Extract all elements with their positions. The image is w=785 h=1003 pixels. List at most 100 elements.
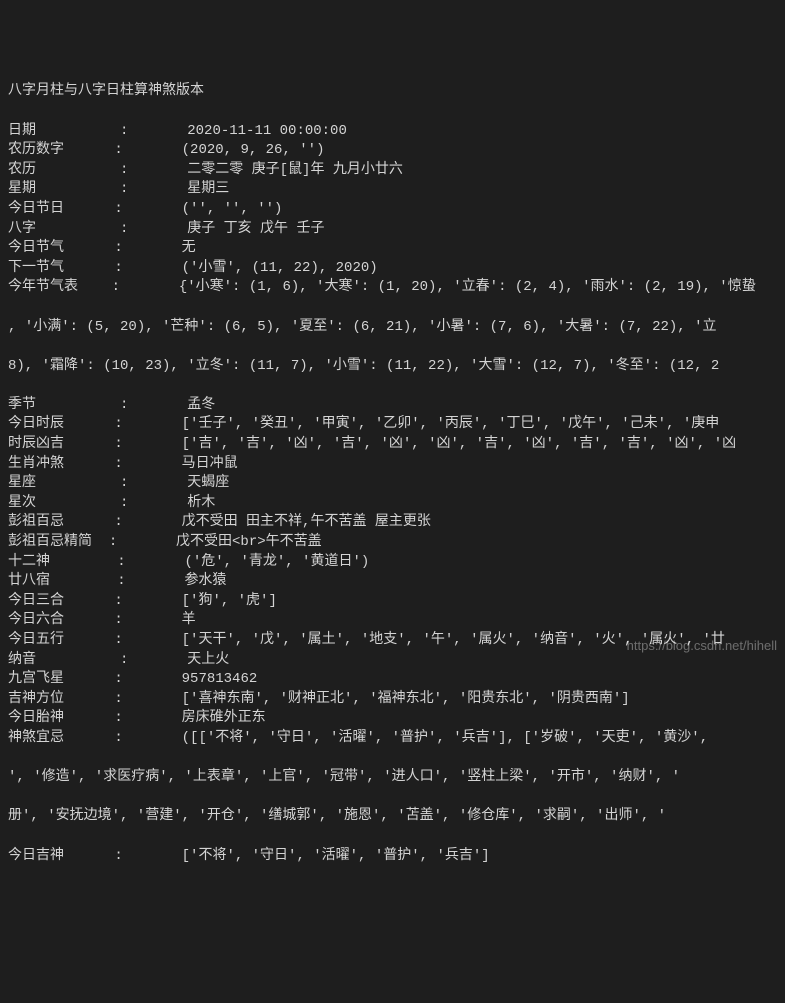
row-colon: :	[120, 220, 187, 240]
output-row: 九宫飞星 : 957813462	[8, 670, 777, 690]
row-colon: :	[114, 435, 181, 455]
row-value: 星期三	[187, 180, 229, 200]
row-value: 房床碓外正东	[182, 709, 266, 729]
row-value: 庚子 丁亥 戊午 壬子	[187, 220, 324, 240]
row-value: ['狗', '虎']	[182, 592, 277, 612]
row-colon: :	[114, 709, 181, 729]
output-row: 廿八宿 : 参水猿	[8, 572, 777, 592]
output-row: 今日时辰 : ['壬子', '癸丑', '甲寅', '乙卯', '丙辰', '丁…	[8, 415, 777, 435]
row-colon: :	[120, 494, 187, 514]
row-colon: :	[112, 278, 179, 298]
row-colon: :	[114, 611, 181, 631]
output-row: 星期 : 星期三	[8, 180, 777, 200]
row-label: 八字	[8, 220, 120, 240]
row-colon: :	[120, 122, 187, 142]
row-label: 今日节气	[8, 239, 114, 259]
row-colon: :	[114, 670, 181, 690]
row-colon: :	[114, 631, 181, 651]
wrap-line-4: 册', '安抚边境', '营建', '开仓', '缮城郭', '施恩', '苫盖…	[8, 807, 777, 827]
output-row: 今日胎神 : 房床碓外正东	[8, 709, 777, 729]
row-label: 日期	[8, 122, 120, 142]
row-label: 纳音	[8, 651, 120, 671]
row-value: 天蝎座	[187, 474, 229, 494]
row-colon: :	[120, 474, 187, 494]
row-value: 无	[182, 239, 196, 259]
row-label: 今日五行	[8, 631, 114, 651]
row-value: 参水猿	[184, 572, 226, 592]
row-value: ([['不将', '守日', '活曜', '普护', '兵吉'], ['岁破',…	[182, 729, 708, 749]
row-label: 星次	[8, 494, 120, 514]
row-colon: :	[114, 141, 181, 161]
row-label: 吉神方位	[8, 690, 114, 710]
wrap-line-2: 8), '霜降': (10, 23), '立冬': (11, 7), '小雪':…	[8, 357, 777, 377]
output-row: 星次 : 析木	[8, 494, 777, 514]
row-label: 星座	[8, 474, 120, 494]
row-label: 农历	[8, 161, 120, 181]
row-label: 今日六合	[8, 611, 114, 631]
output-row: 今日节日 : ('', '', '')	[8, 200, 777, 220]
row-colon: :	[120, 161, 187, 181]
output-row: 彭祖百忌 : 戊不受田 田主不祥,午不苦盖 屋主更张	[8, 513, 777, 533]
output-row: 今年节气表 : {'小寒': (1, 6), '大寒': (1, 20), '立…	[8, 278, 777, 298]
output-row: 神煞宜忌 : ([['不将', '守日', '活曜', '普护', '兵吉'],…	[8, 729, 777, 749]
row-colon: :	[114, 259, 181, 279]
row-colon: :	[114, 415, 181, 435]
row-colon: :	[120, 396, 187, 416]
row-label: 彭祖百忌精简	[8, 533, 109, 553]
output-row: 星座 : 天蝎座	[8, 474, 777, 494]
row-label: 生肖冲煞	[8, 455, 114, 475]
output-row: 今日吉神 : ['不将', '守日', '活曜', '普护', '兵吉']	[8, 847, 777, 867]
row-colon: :	[120, 180, 187, 200]
row-label: 九宫飞星	[8, 670, 114, 690]
wrap-line-1: , '小满': (5, 20), '芒种': (6, 5), '夏至': (6,…	[8, 318, 777, 338]
row-label: 彭祖百忌	[8, 513, 114, 533]
row-value: ('', '', '')	[182, 200, 283, 220]
row-label: 下一节气	[8, 259, 114, 279]
row-value: 2020-11-11 00:00:00	[187, 122, 347, 142]
row-value: 天上火	[187, 651, 229, 671]
row-value: ['吉', '吉', '凶', '吉', '凶', '凶', '吉', '凶',…	[182, 435, 736, 455]
output-row: 今日节气 : 无	[8, 239, 777, 259]
row-value: 孟冬	[187, 396, 215, 416]
row-colon: :	[114, 455, 181, 475]
row-value: ['喜神东南', '财神正北', '福神东北', '阳贵东北', '阴贵西南']	[182, 690, 630, 710]
row-value: 戊不受田 田主不祥,午不苦盖 屋主更张	[182, 513, 431, 533]
output-row: 吉神方位 : ['喜神东南', '财神正北', '福神东北', '阳贵东北', …	[8, 690, 777, 710]
row-label: 十二神	[8, 553, 117, 573]
row-colon: :	[114, 513, 181, 533]
row-label: 今日时辰	[8, 415, 114, 435]
row-label: 时辰凶吉	[8, 435, 114, 455]
row-value: ('小雪', (11, 22), 2020)	[182, 259, 378, 279]
row-value: 马日冲鼠	[182, 455, 238, 475]
row-value: ['不将', '守日', '活曜', '普护', '兵吉']	[182, 847, 490, 867]
output-row: 十二神 : ('危', '青龙', '黄道日')	[8, 553, 777, 573]
row-label: 农历数字	[8, 141, 114, 161]
row-label: 今日吉神	[8, 847, 114, 867]
row-label: 星期	[8, 180, 120, 200]
output-row: 八字 : 庚子 丁亥 戊午 壬子	[8, 220, 777, 240]
output-row: 季节 : 孟冬	[8, 396, 777, 416]
output-row: 下一节气 : ('小雪', (11, 22), 2020)	[8, 259, 777, 279]
output-row: 农历 : 二零二零 庚子[鼠]年 九月小廿六	[8, 161, 777, 181]
output-row: 时辰凶吉 : ['吉', '吉', '凶', '吉', '凶', '凶', '吉…	[8, 435, 777, 455]
output-row: 今日六合 : 羊	[8, 611, 777, 631]
output-row: 今日三合 : ['狗', '虎']	[8, 592, 777, 612]
row-colon: :	[117, 553, 184, 573]
title-line: 八字月柱与八字日柱算神煞版本	[8, 82, 777, 102]
row-colon: :	[117, 572, 184, 592]
row-colon: :	[114, 239, 181, 259]
row-colon: :	[114, 847, 181, 867]
row-label: 廿八宿	[8, 572, 117, 592]
row-colon: :	[120, 651, 187, 671]
wrap-line-3: ', '修造', '求医疗病', '上表章', '上官', '冠带', '进人口…	[8, 768, 777, 788]
output-row: 日期 : 2020-11-11 00:00:00	[8, 122, 777, 142]
row-label: 神煞宜忌	[8, 729, 114, 749]
output-row: 彭祖百忌精简 : 戊不受田<br>午不苦盖	[8, 533, 777, 553]
row-colon: :	[114, 200, 181, 220]
row-value: 957813462	[182, 670, 258, 690]
row-value: ('危', '青龙', '黄道日')	[184, 553, 369, 573]
row-value: {'小寒': (1, 6), '大寒': (1, 20), '立春': (2, …	[179, 278, 756, 298]
row-value: 戊不受田<br>午不苦盖	[176, 533, 322, 553]
row-value: 析木	[187, 494, 215, 514]
row-colon: :	[114, 729, 181, 749]
